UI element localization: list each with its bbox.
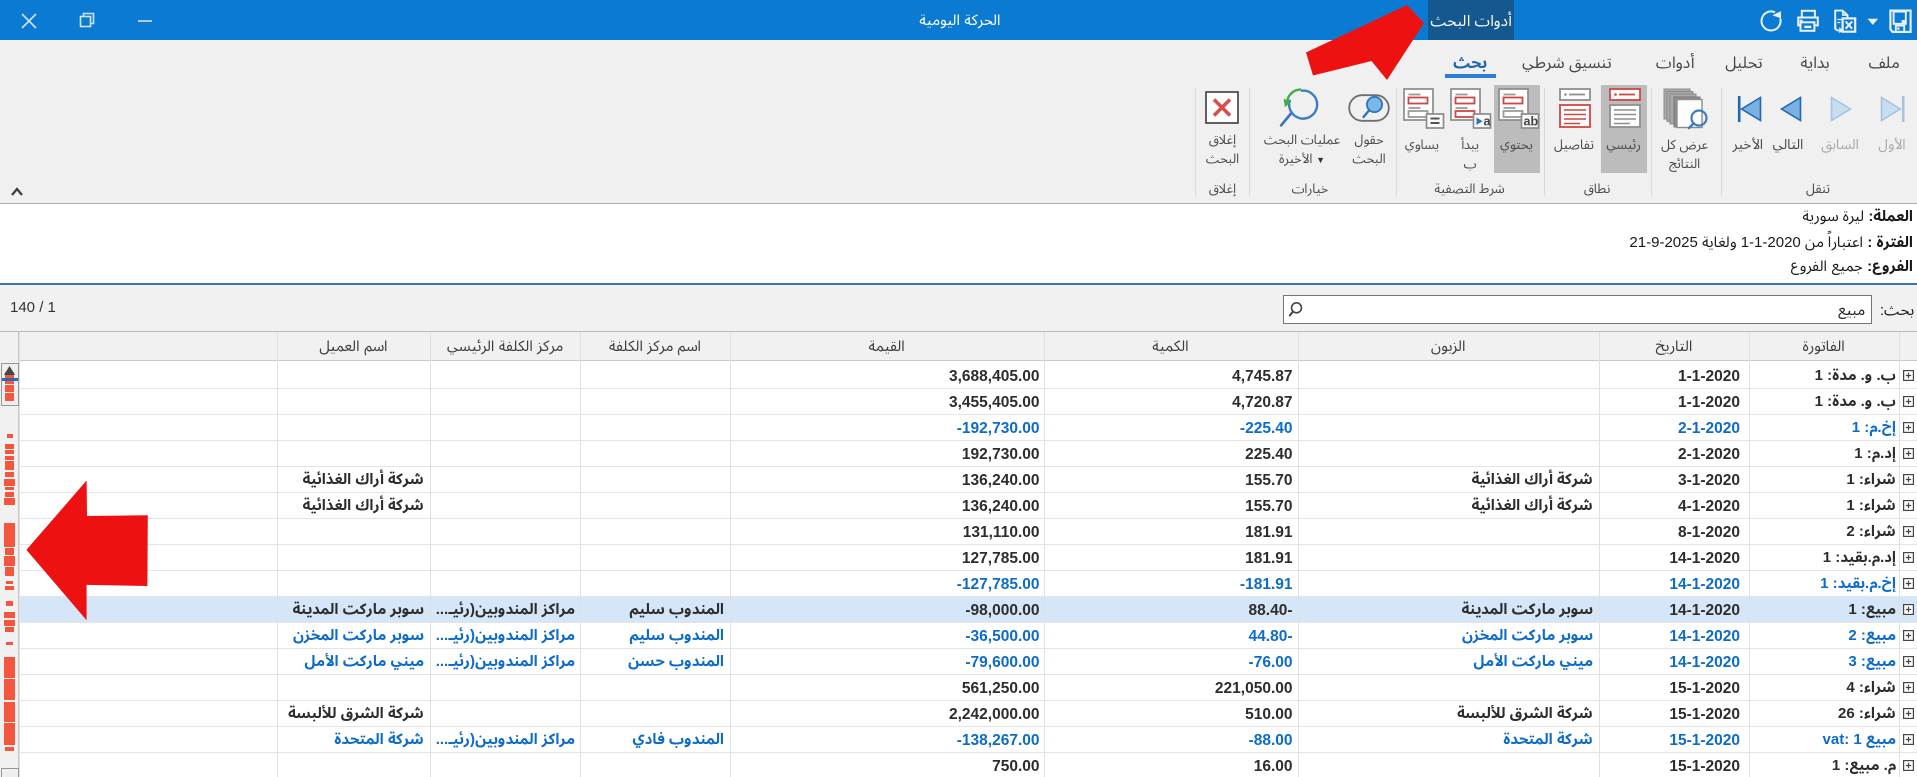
svg-text:ab: ab (1524, 115, 1539, 129)
svg-text:a: a (1483, 115, 1491, 129)
